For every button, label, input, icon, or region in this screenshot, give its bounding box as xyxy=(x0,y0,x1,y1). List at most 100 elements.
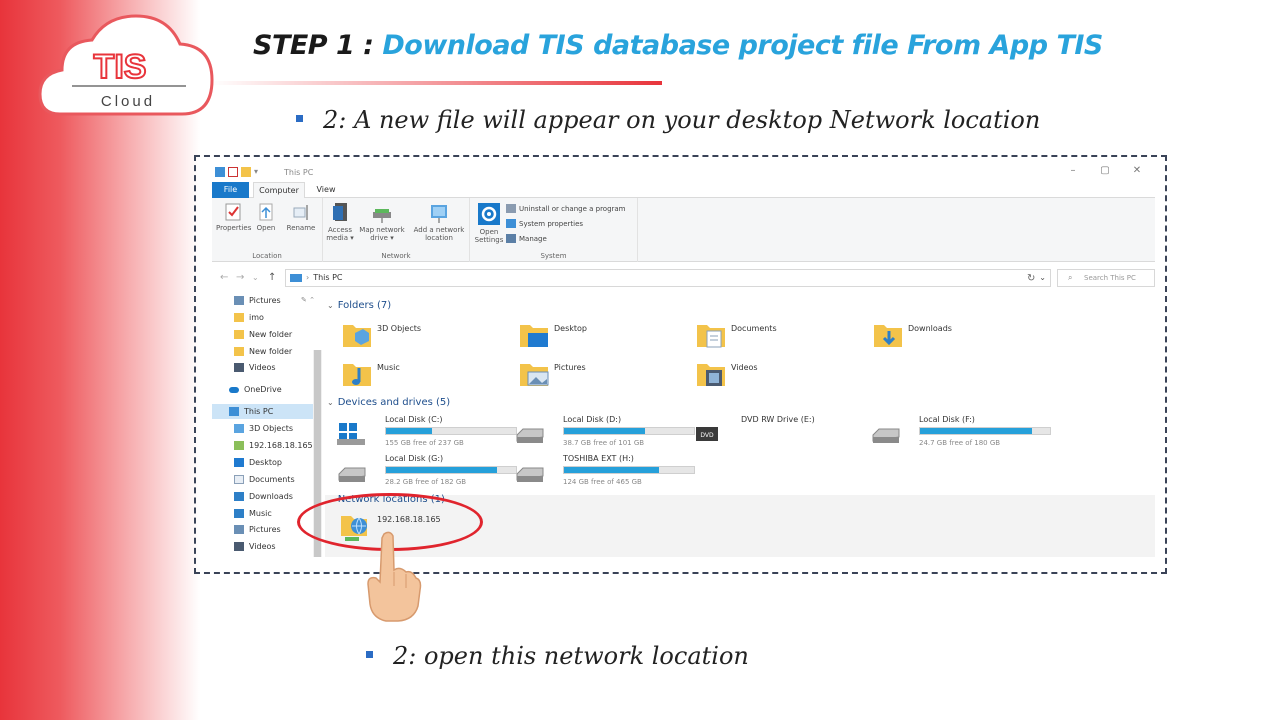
pictures-folder-icon xyxy=(520,364,549,386)
bullet-top: 2: A new file will appear on your deskto… xyxy=(296,106,1040,134)
nav-item-network-location[interactable]: 192.168.18.165 xyxy=(234,441,313,450)
drive-usage-fill xyxy=(386,428,432,434)
close-button[interactable]: ✕ xyxy=(1121,165,1153,176)
documents-folder-icon xyxy=(697,325,725,348)
folder-music[interactable]: Music xyxy=(341,358,400,388)
open-icon xyxy=(259,203,273,221)
folder-icon xyxy=(234,330,244,339)
recent-locations-icon[interactable]: ⌄ xyxy=(252,273,259,282)
address-bar[interactable]: › This PC ⌄ xyxy=(285,269,1051,287)
pc-icon[interactable] xyxy=(215,167,225,177)
search-placeholder: Search This PC xyxy=(1084,274,1136,282)
new-folder-icon[interactable] xyxy=(241,167,251,177)
address-row: ← → ⌄ ↑ › This PC ⌄ ↻ ⌕ Search This PC xyxy=(212,267,1155,289)
open-settings-button[interactable]: Open Settings xyxy=(472,202,506,244)
forward-arrow-icon[interactable]: → xyxy=(236,272,244,283)
add-network-location-button[interactable]: Add a network location xyxy=(411,202,467,242)
folder-videos[interactable]: Videos xyxy=(695,358,758,388)
nav-item-desktop[interactable]: Desktop xyxy=(234,458,282,467)
section-devices-and-drives[interactable]: ⌄ Devices and drives (5) xyxy=(327,397,450,408)
windows-drive-icon xyxy=(337,423,365,445)
nav-item-downloads[interactable]: Downloads xyxy=(234,492,293,501)
folder-desktop[interactable]: Desktop xyxy=(518,319,587,349)
folder-3d-objects[interactable]: 3D Objects xyxy=(341,319,421,349)
music-icon xyxy=(234,509,244,518)
nav-item-3d-objects[interactable]: 3D Objects xyxy=(234,424,293,433)
page-title: STEP 1 : Download TIS database project f… xyxy=(253,30,1103,61)
title-main: Download TIS database project file From … xyxy=(382,30,1103,61)
address-path: This PC xyxy=(313,273,343,282)
pictures-icon xyxy=(234,525,244,534)
documents-icon xyxy=(234,475,244,484)
search-input[interactable]: ⌕ Search This PC xyxy=(1057,269,1155,287)
music-folder-icon xyxy=(343,364,371,386)
logo-text: TIS xyxy=(94,48,147,86)
hard-drive-icon xyxy=(338,467,366,482)
folder-pictures[interactable]: Pictures xyxy=(518,358,586,388)
bullet-square-icon xyxy=(296,115,303,122)
back-arrow-icon[interactable]: ← xyxy=(220,272,228,283)
drive-usage-bar xyxy=(563,427,695,435)
videos-icon xyxy=(234,542,244,551)
window-title: This PC xyxy=(284,168,314,177)
uninstall-label: Uninstall or change a program xyxy=(519,204,626,213)
system-properties-button[interactable]: System properties xyxy=(506,219,583,228)
this-pc-icon xyxy=(290,273,302,282)
minimize-button[interactable]: – xyxy=(1057,165,1089,176)
access-media-label: Access media ▾ xyxy=(326,226,354,242)
maximize-button[interactable]: ▢ xyxy=(1089,165,1121,176)
drive-usage-fill xyxy=(920,428,1032,434)
bullet-bottom: 2: open this network location xyxy=(366,642,749,670)
manage-button[interactable]: Manage xyxy=(506,234,547,243)
nav-item-new-folder-2[interactable]: New folder xyxy=(234,347,292,356)
rename-icon xyxy=(293,205,308,220)
properties-icon[interactable] xyxy=(228,167,238,177)
desktop-folder-icon xyxy=(520,325,548,347)
nav-item-documents[interactable]: Documents xyxy=(234,475,295,484)
ribbon-group-location: Properties Open Rename Location xyxy=(212,198,323,262)
bullet-top-text: 2: A new file will appear on your deskto… xyxy=(323,106,1041,134)
section-folders[interactable]: ⌄ Folders (7) xyxy=(327,300,391,311)
3d-objects-icon xyxy=(234,424,244,433)
settings-gear-icon xyxy=(478,203,500,225)
pin-icon[interactable]: ✎ ⌃ xyxy=(301,296,315,304)
onedrive-icon xyxy=(229,386,239,393)
nav-item-videos[interactable]: Videos xyxy=(234,363,276,372)
3d-objects-folder-icon xyxy=(343,325,371,347)
nav-item-imo[interactable]: imo xyxy=(234,313,264,322)
open-button[interactable]: Open xyxy=(252,202,280,232)
map-network-drive-button[interactable]: Map network drive ▾ xyxy=(356,202,408,242)
address-dropdown-icon[interactable]: ⌄ xyxy=(1039,270,1046,286)
hard-drive-icon xyxy=(516,428,544,443)
open-settings-label: Open Settings xyxy=(474,228,504,244)
ribbon-group-system: Open Settings Uninstall or change a prog… xyxy=(470,198,638,262)
nav-item-pictures-2[interactable]: Pictures xyxy=(234,525,281,534)
nav-item-onedrive[interactable]: OneDrive xyxy=(229,385,282,394)
properties-button[interactable]: Properties xyxy=(216,202,251,232)
nav-item-music[interactable]: Music xyxy=(234,509,272,518)
folder-downloads[interactable]: Downloads xyxy=(872,319,952,349)
title-prefix: STEP 1 : xyxy=(253,30,383,61)
customize-toolbar-icon[interactable]: ▾ xyxy=(254,167,264,177)
access-media-button[interactable]: Access media ▾ xyxy=(325,202,355,242)
nav-item-pictures[interactable]: Pictures xyxy=(234,296,281,305)
refresh-icon[interactable]: ↻ xyxy=(1027,273,1035,284)
uninstall-icon xyxy=(506,204,516,213)
search-icon: ⌕ xyxy=(1068,273,1073,282)
nav-item-new-folder[interactable]: New folder xyxy=(234,330,292,339)
videos-icon xyxy=(234,363,244,372)
title-underline xyxy=(210,81,662,85)
rename-button[interactable]: Rename xyxy=(284,202,318,232)
quick-access-toolbar: ▾ xyxy=(215,167,264,177)
nav-item-this-pc[interactable]: This PC xyxy=(229,407,273,416)
ribbon: Properties Open Rename Location Access m… xyxy=(212,198,1155,262)
up-arrow-icon[interactable]: ↑ xyxy=(268,272,276,283)
folder-documents[interactable]: Documents xyxy=(695,319,777,349)
downloads-icon xyxy=(234,492,244,501)
tab-computer[interactable]: Computer xyxy=(253,182,305,198)
tab-file[interactable]: File xyxy=(212,182,249,198)
drive-usage-bar xyxy=(385,427,517,435)
uninstall-program-button[interactable]: Uninstall or change a program xyxy=(506,204,626,213)
tab-view[interactable]: View xyxy=(309,182,343,198)
nav-item-videos-2[interactable]: Videos xyxy=(234,542,276,551)
